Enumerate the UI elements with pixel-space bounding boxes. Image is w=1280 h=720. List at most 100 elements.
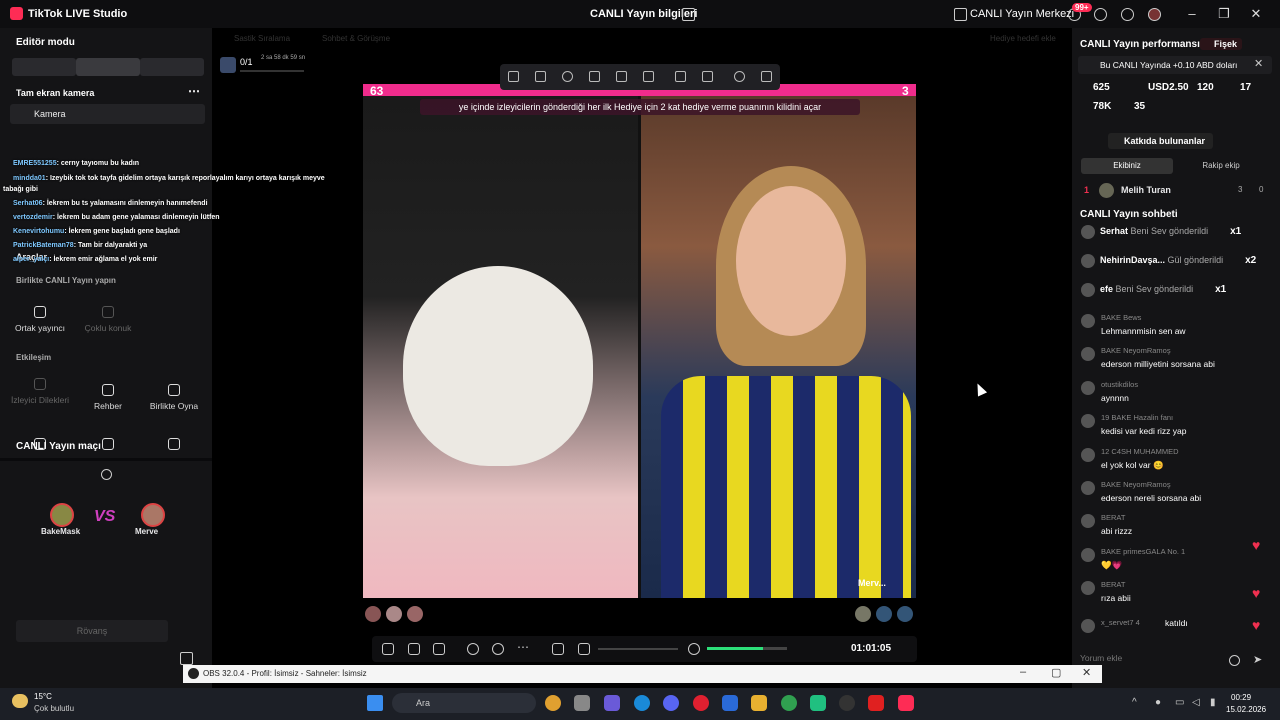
gift-user[interactable]: efe (1100, 284, 1113, 294)
comment-user[interactable]: BERAT (1101, 513, 1125, 522)
emoji-icon[interactable] (1229, 655, 1240, 666)
video-preview[interactable] (363, 84, 916, 598)
viewer-avatar[interactable] (855, 606, 871, 622)
mic-volume-slider[interactable] (707, 647, 787, 650)
layer-down-icon[interactable] (702, 71, 713, 82)
expand-icon[interactable] (535, 71, 546, 82)
guide-button[interactable]: Rehber (78, 384, 138, 411)
tool-icon-3[interactable] (144, 438, 204, 455)
portrait-mode-button[interactable] (12, 58, 76, 76)
chrome2-icon[interactable] (781, 695, 797, 711)
more-icon[interactable]: ⋯ (517, 641, 529, 655)
clock-time[interactable]: 00:29 (1231, 693, 1251, 702)
multi-guest-button[interactable]: Çoklu konuk (78, 306, 138, 333)
camera-source-item[interactable]: Kamera (10, 104, 205, 124)
comment-user[interactable]: BAKE NeyomRamoş (1101, 480, 1171, 489)
comment-user[interactable]: 19 BAKE Hazalin fanı (1101, 413, 1173, 422)
rank-name[interactable]: Melih Turan (1121, 185, 1171, 195)
layer-up-icon[interactable] (675, 71, 686, 82)
explorer-icon[interactable] (751, 695, 767, 711)
discord-icon[interactable] (663, 695, 679, 711)
co-host-button[interactable]: Ortak yayıncı (10, 306, 70, 333)
gift-user[interactable]: NehirinDavşa... (1100, 255, 1165, 265)
comment-avatar[interactable] (1081, 619, 1095, 633)
rematch-button[interactable]: Rövanş (16, 620, 168, 642)
comment-avatar[interactable] (1081, 381, 1095, 395)
add-source-icon[interactable] (408, 643, 420, 655)
comment-avatar[interactable] (1081, 581, 1095, 595)
tiktok-icon[interactable] (898, 695, 914, 711)
obs-window-bar[interactable]: OBS 32.0.4 - Profil: İsimsiz - Sahneler:… (183, 665, 1102, 683)
layout-icon[interactable] (433, 643, 445, 655)
close-button[interactable]: ✕ (1246, 5, 1266, 23)
center-icon[interactable] (562, 71, 573, 82)
adjust-icon[interactable] (552, 643, 564, 655)
viewer-avatar[interactable] (386, 606, 402, 622)
viewer-avatar[interactable] (876, 606, 892, 622)
speaker-icon[interactable] (578, 643, 590, 655)
avatar[interactable] (1148, 8, 1161, 21)
trash-icon[interactable] (761, 71, 772, 82)
flip-icon[interactable] (643, 71, 654, 82)
edge-icon[interactable] (634, 695, 650, 711)
comment-avatar[interactable] (1081, 414, 1095, 428)
live-center-link[interactable]: CANLI Yayın Merkezi (970, 8, 1074, 20)
bakemask-avatar[interactable] (50, 503, 74, 527)
comment-user[interactable]: otustikdilos (1101, 380, 1138, 389)
speaker-volume-slider[interactable] (598, 648, 678, 650)
clock-date[interactable]: 15.02.2026 (1226, 705, 1266, 714)
obs-maximize-button[interactable]: ▢ (1051, 666, 1061, 679)
exit-icon[interactable] (180, 652, 193, 665)
rotate-icon[interactable] (734, 71, 745, 82)
battery-icon[interactable]: ▮ (1210, 697, 1216, 708)
comment-avatar[interactable] (1081, 548, 1095, 562)
mail-icon[interactable] (722, 695, 738, 711)
viewer-avatar[interactable] (365, 606, 381, 622)
more-icon[interactable]: ⋯ (188, 84, 200, 98)
chrome-icon[interactable] (545, 695, 561, 711)
viewer-avatar[interactable] (897, 606, 913, 622)
start-button[interactable] (367, 695, 383, 711)
app-icon[interactable] (810, 695, 826, 711)
minimize-button[interactable]: – (1182, 5, 1202, 23)
taskbar-search[interactable]: Ara (392, 693, 536, 713)
comment-user[interactable]: 12 C4SH MUHAMMED (1101, 447, 1179, 456)
comment-avatar[interactable] (1081, 448, 1095, 462)
comment-avatar[interactable] (1081, 314, 1095, 328)
store-icon[interactable] (574, 695, 590, 711)
tab-team[interactable]: Ekibiniz (1081, 158, 1173, 174)
landscape-mode-button[interactable] (76, 58, 140, 76)
tray-chevron-icon[interactable]: ^ (1132, 697, 1137, 708)
mic-icon[interactable] (688, 643, 700, 655)
record-icon[interactable] (467, 643, 479, 655)
volume-icon[interactable]: ◁ (1192, 697, 1200, 708)
share-icon[interactable] (682, 8, 695, 21)
opera-icon[interactable] (693, 695, 709, 711)
info-icon[interactable] (101, 469, 112, 480)
magic-icon[interactable] (382, 643, 394, 655)
rank-avatar[interactable] (1099, 183, 1114, 198)
crop-icon[interactable] (589, 71, 600, 82)
mic-tray-icon[interactable]: ● (1155, 697, 1161, 708)
copy-icon[interactable] (616, 71, 627, 82)
teams-icon[interactable] (604, 695, 620, 711)
contributors-button[interactable]: Katkıda bulunanlar (1108, 133, 1214, 149)
comment-avatar[interactable] (1081, 481, 1095, 495)
viewer-wishes-button[interactable]: İzleyici Dilekleri (10, 378, 70, 405)
gift-user[interactable]: Serhat (1100, 226, 1128, 236)
fit-icon[interactable] (508, 71, 519, 82)
home-icon[interactable] (954, 8, 967, 21)
obs-icon[interactable] (839, 695, 855, 711)
comment-avatar[interactable] (1081, 514, 1095, 528)
fisek-badge[interactable]: Fişek (1200, 38, 1243, 50)
promo-bar[interactable]: Bu CANLI Yayında +0.10 ABD doları (1078, 56, 1272, 74)
editor-mode-dropdown[interactable]: Editör modu (16, 37, 75, 48)
camera-mode-dropdown[interactable]: Tam ekran kamera (16, 88, 94, 98)
gift-avatar[interactable] (1081, 283, 1095, 297)
close-icon[interactable]: ✕ (1254, 57, 1263, 70)
network-icon[interactable]: ▭ (1175, 697, 1184, 708)
gear-icon[interactable] (1121, 8, 1134, 21)
settings-icon[interactable] (492, 643, 504, 655)
send-icon[interactable]: ➤ (1253, 653, 1262, 666)
gift-avatar[interactable] (1081, 254, 1095, 268)
